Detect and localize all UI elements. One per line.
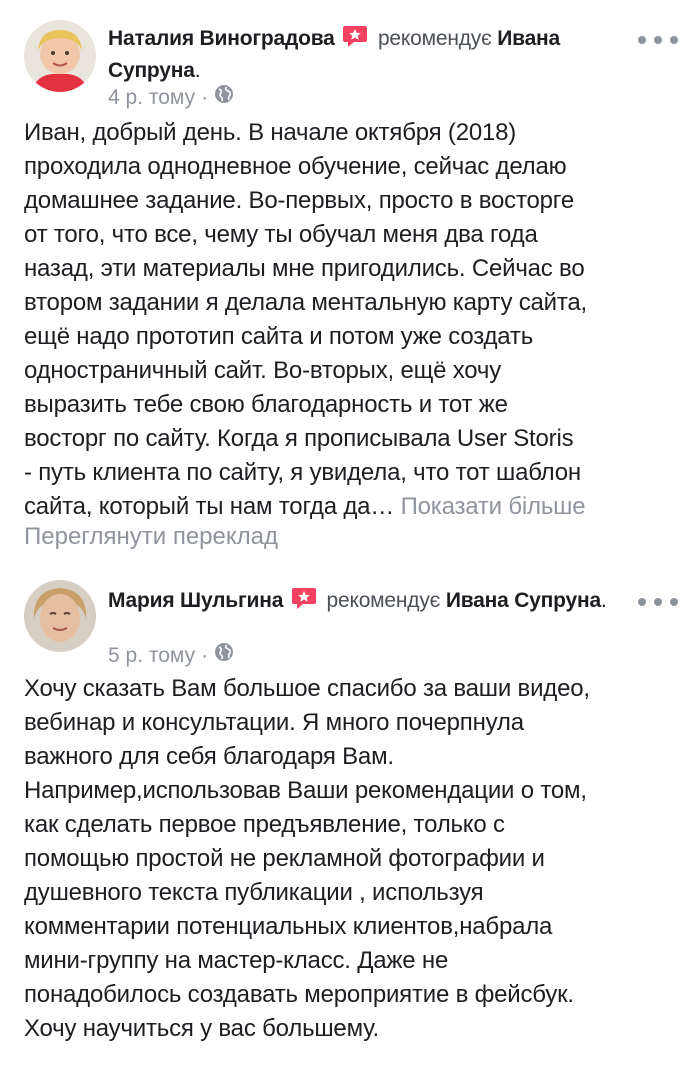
review-meta: 4 р. тому · bbox=[108, 84, 234, 111]
review-text-line: проходила однодневное обучение, сейчас д… bbox=[24, 153, 567, 180]
review-text-line: домашнее задание. Во-первых, просто в во… bbox=[24, 187, 574, 214]
review-header: Наталия Виноградова рекомендує Ивана Суп… bbox=[108, 24, 608, 85]
review-text-line: мини-группу на мастер-класс. Даже не bbox=[24, 947, 449, 974]
review-text-line: вебинар и консультации. Я много почерпну… bbox=[24, 709, 524, 736]
review-text-line: Хочу сказать Вам большое спасибо за ваши… bbox=[24, 675, 590, 702]
dot-icon bbox=[670, 598, 678, 606]
review-meta: 5 р. тому · bbox=[108, 642, 234, 669]
author-name[interactable]: Наталия Виноградова bbox=[108, 27, 335, 50]
recommend-badge-icon bbox=[342, 24, 368, 56]
review-text-line: комментарии потенциальных клиентов,набра… bbox=[24, 913, 553, 940]
review-text-line: выразить тебе свою благодарность и тот ж… bbox=[24, 391, 508, 418]
recommends-label: рекомендує bbox=[326, 589, 441, 612]
review-text-line: назад, эти материалы мне пригодились. Се… bbox=[24, 255, 585, 282]
review-card: Наталия Виноградова рекомендує Ивана Суп… bbox=[0, 0, 700, 556]
review-text-line: одностраничный сайт. Во-вторых, ещё хочу bbox=[24, 357, 502, 384]
review-text-line: - путь клиента по сайту, я увидела, что … bbox=[24, 459, 581, 486]
more-options-button[interactable] bbox=[638, 592, 678, 612]
review-text-line: от того, что все, чему ты обучал меня дв… bbox=[24, 221, 538, 248]
globe-icon[interactable] bbox=[214, 642, 234, 669]
review-header: Мария Шульгина рекомендує Ивана Супруна. bbox=[108, 586, 608, 618]
see-more-link[interactable]: Показати більше bbox=[401, 493, 586, 520]
review-text-line: как сделать первое предъявление, только … bbox=[24, 811, 505, 838]
review-text-line: ещё надо прототип сайта и потом уже созд… bbox=[24, 323, 534, 350]
review-text-line: душевного текста публикации , используя bbox=[24, 879, 484, 906]
timestamp-link[interactable]: 4 р. тому bbox=[108, 85, 195, 111]
separator: · bbox=[201, 85, 209, 109]
dot-icon bbox=[654, 598, 662, 606]
avatar[interactable] bbox=[24, 580, 96, 652]
period: . bbox=[600, 589, 607, 612]
review-text-line: важного для себя благодаря Вам. bbox=[24, 743, 394, 770]
review-text-line: помощью простой не рекламной фотографии … bbox=[24, 845, 545, 872]
recommends-label: рекомендує bbox=[377, 27, 492, 50]
timestamp-link[interactable]: 5 р. тому bbox=[108, 643, 195, 669]
separator: · bbox=[201, 643, 209, 667]
avatar[interactable] bbox=[24, 20, 96, 92]
review-text: Хочу сказать Вам большое спасибо за ваши… bbox=[24, 672, 684, 1046]
more-options-button[interactable] bbox=[638, 30, 678, 50]
review-text-line: восторг по сайту. Когда я прописывала Us… bbox=[24, 425, 574, 452]
author-name[interactable]: Мария Шульгина bbox=[108, 589, 283, 612]
see-translation-link[interactable]: Переглянути переклад bbox=[24, 520, 278, 554]
globe-icon[interactable] bbox=[214, 84, 234, 111]
review-text-line: Например,использовав Ваши рекомендации о… bbox=[24, 777, 587, 804]
review-text-line: понадобилось создавать мероприятие в фей… bbox=[24, 981, 574, 1008]
review-text-line: Иван, добрый день. В начале октября (201… bbox=[24, 119, 517, 146]
review-card: Мария Шульгина рекомендує Ивана Супруна.… bbox=[0, 576, 700, 1090]
review-text-line-last: сайта, который ты нам тогда да… Показати… bbox=[24, 490, 684, 524]
dot-icon bbox=[654, 36, 662, 44]
review-text-line: втором задании я делала ментальную карту… bbox=[24, 289, 588, 316]
recommended-page-link[interactable]: Ивана Супруна bbox=[446, 589, 601, 612]
dot-icon bbox=[670, 36, 678, 44]
review-text: Иван, добрый день. В начале октября (201… bbox=[24, 116, 684, 524]
period: . bbox=[194, 59, 201, 82]
review-text-line: Хочу научиться у вас большему. bbox=[24, 1015, 380, 1042]
truncated-text: сайта, который ты нам тогда да… bbox=[24, 493, 395, 520]
dot-icon bbox=[638, 36, 646, 44]
dot-icon bbox=[638, 598, 646, 606]
recommend-badge-icon bbox=[291, 586, 317, 618]
